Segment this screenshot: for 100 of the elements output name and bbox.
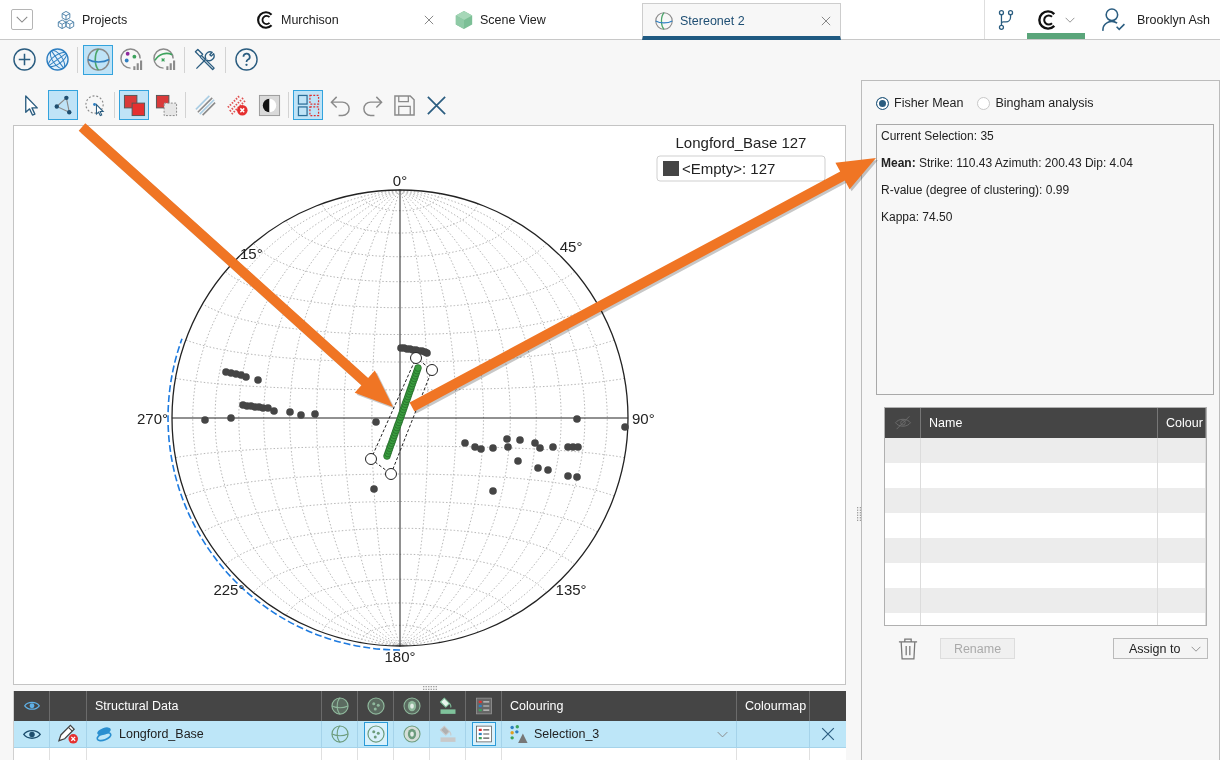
help-icon	[234, 48, 258, 71]
pole-point	[549, 443, 557, 451]
dashed-square-icon	[154, 93, 178, 117]
grid-icon	[296, 93, 320, 117]
pole-point	[461, 439, 469, 447]
contour-disc-icon	[402, 697, 421, 715]
legend-label: <Empty>: 127	[682, 160, 776, 177]
eye-icon[interactable]	[22, 728, 41, 740]
user-button[interactable]: Brooklyn Ash	[1085, 0, 1220, 39]
close-icon[interactable]	[424, 14, 434, 25]
chevron-down-icon	[717, 730, 728, 738]
polygon-select-button[interactable]	[48, 90, 78, 120]
result-line: Kappa: 74.50	[881, 210, 953, 224]
grip-handle-icon[interactable]	[856, 507, 861, 521]
paint-bucket-icon	[438, 697, 457, 715]
chevron-down-icon	[16, 15, 28, 23]
azimuth-label: 15°	[240, 245, 263, 262]
layers-icon	[95, 725, 113, 743]
contour-disc-icon	[402, 725, 421, 743]
cubes-icon	[57, 10, 75, 29]
lines-delete-icon	[225, 93, 249, 117]
grid-button[interactable]	[293, 90, 323, 120]
pole-point	[534, 464, 542, 472]
trash-icon[interactable]	[898, 637, 918, 660]
pole-point	[227, 414, 235, 422]
contrast-icon	[257, 93, 281, 117]
squares-button[interactable]	[119, 90, 149, 120]
pencil-delete-icon[interactable]	[58, 724, 78, 744]
table-row[interactable]: Longford_Base Selection_3	[14, 721, 846, 748]
save-icon	[392, 93, 416, 117]
grip-handle-icon[interactable]	[423, 686, 437, 690]
chevron-down-icon	[1065, 16, 1076, 23]
eye-slash-icon	[893, 416, 912, 430]
column-header: Name	[929, 416, 963, 430]
logo-icon	[256, 10, 274, 29]
tab[interactable]: Murchison	[244, 0, 443, 39]
pole-point	[370, 485, 378, 493]
pole-point	[297, 411, 305, 419]
result-line: R-value (degree of clustering): 0.99	[881, 183, 1070, 197]
close-icon	[424, 93, 448, 117]
user-icon	[1102, 7, 1127, 32]
hex-cube-icon	[455, 10, 473, 29]
column-header: Structural Data	[95, 699, 179, 713]
assign-dropdown[interactable]: Assign to	[1113, 638, 1208, 659]
azimuth-label: 90°	[632, 409, 655, 427]
resize-handle[interactable]	[410, 352, 422, 364]
column-header: Colourmap	[745, 699, 807, 713]
pole-point	[621, 423, 629, 431]
pole-point	[201, 416, 209, 424]
radio-button[interactable]: Bingham analysis	[977, 96, 1094, 110]
branch-icon[interactable]	[997, 9, 1016, 30]
azimuth-label: 0°	[392, 171, 408, 189]
column-header: Colour	[1166, 416, 1203, 430]
pole-point	[573, 415, 581, 423]
stereonet-icon	[86, 48, 110, 71]
pole-point	[516, 436, 524, 444]
legend-list-icon	[474, 697, 493, 715]
pole-point	[489, 444, 497, 452]
colouring-dropdown[interactable]: Selection_3	[502, 721, 736, 747]
result-line: Mean: Strike: 110.43 Azimuth: 200.43 Dip: 4.04	[881, 156, 1133, 170]
stereonet-dots-icon	[366, 697, 385, 715]
menu-dropdown-button[interactable]	[11, 8, 33, 30]
eye-icon	[23, 701, 40, 711]
pole-point	[311, 410, 319, 418]
close-icon[interactable]	[821, 16, 831, 26]
stereonet-planes-icon	[330, 697, 349, 715]
pole-point	[254, 376, 262, 384]
stereonet-icon	[655, 12, 673, 30]
resize-handle[interactable]	[385, 468, 397, 480]
azimuth-label: 45°	[559, 238, 583, 256]
azimuth-label: 225°	[213, 580, 245, 598]
stereonet-dots-icon	[366, 725, 385, 743]
globe-icon	[45, 48, 69, 71]
layer-name: Longford_Base	[119, 727, 204, 741]
resize-handle[interactable]	[365, 453, 377, 465]
tab[interactable]: Projects	[45, 0, 244, 39]
tab[interactable]: Stereonet 2	[642, 3, 841, 40]
pole-point	[286, 408, 294, 416]
colour-dots-icon	[510, 725, 528, 743]
overlapping-squares-icon	[122, 93, 146, 117]
dashed-circle-cursor-icon	[83, 93, 107, 117]
radio-button[interactable]: Fisher Mean	[876, 96, 964, 110]
chevron-down-icon	[1191, 645, 1201, 652]
column-header: Colouring	[510, 699, 564, 713]
resize-handle[interactable]	[426, 364, 438, 376]
legend-title: Longford_Base 127	[675, 134, 807, 151]
stereonet-planes-icon	[330, 725, 349, 743]
stereonet-view-button[interactable]	[83, 44, 113, 75]
wrench-screwdriver-icon	[193, 48, 217, 71]
tab[interactable]: Scene View	[443, 0, 642, 39]
dots-chart-icon	[119, 48, 143, 71]
remove-icon[interactable]	[821, 727, 835, 741]
poles-toggle[interactable]	[363, 722, 388, 746]
azimuth-label: 180°	[384, 647, 416, 665]
legend-list-icon	[474, 725, 493, 743]
legend-toggle[interactable]	[471, 722, 496, 746]
azimuth-label: 270°	[136, 409, 168, 427]
pole-point	[544, 466, 552, 474]
plus-circle-icon	[12, 48, 36, 71]
azimuth-label: 135°	[555, 580, 587, 598]
